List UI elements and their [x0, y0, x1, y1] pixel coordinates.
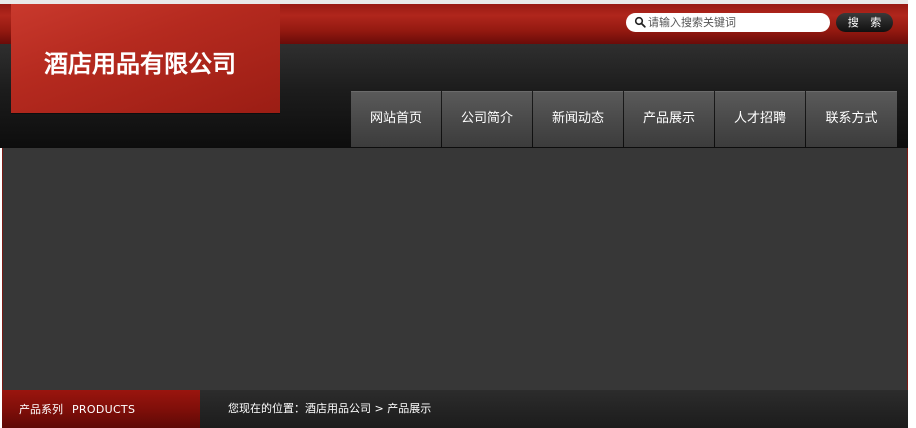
banner-area	[2, 148, 908, 390]
logo-block[interactable]: 酒店用品有限公司	[11, 4, 280, 113]
nav-item-products[interactable]: 产品展示	[624, 91, 714, 147]
products-sidebar-header: 产品系列 PRODUCTS	[2, 390, 200, 428]
page: 酒店用品有限公司 搜 索 网站首页 公司简介 新闻动态 产品展示 人才招聘 联系…	[0, 0, 916, 428]
products-title-en: PRODUCTS	[72, 403, 136, 416]
page-edge	[908, 0, 916, 428]
search-box	[626, 13, 830, 32]
products-title-cn: 产品系列	[19, 403, 63, 416]
search-button[interactable]: 搜 索	[836, 13, 893, 32]
search-icon	[634, 16, 646, 28]
company-name: 酒店用品有限公司	[44, 50, 236, 78]
search-input[interactable]	[648, 13, 824, 32]
nav-item-jobs[interactable]: 人才招聘	[715, 91, 805, 147]
nav-item-news[interactable]: 新闻动态	[533, 91, 623, 147]
products-title: 产品系列 PRODUCTS	[19, 401, 135, 417]
nav-item-contact[interactable]: 联系方式	[806, 91, 897, 147]
main-nav: 网站首页 公司简介 新闻动态 产品展示 人才招聘 联系方式	[351, 91, 897, 147]
breadcrumb: 您现在的位置：酒店用品公司 > 产品展示	[228, 402, 432, 415]
nav-item-about[interactable]: 公司简介	[442, 91, 532, 147]
nav-item-home[interactable]: 网站首页	[351, 91, 441, 147]
